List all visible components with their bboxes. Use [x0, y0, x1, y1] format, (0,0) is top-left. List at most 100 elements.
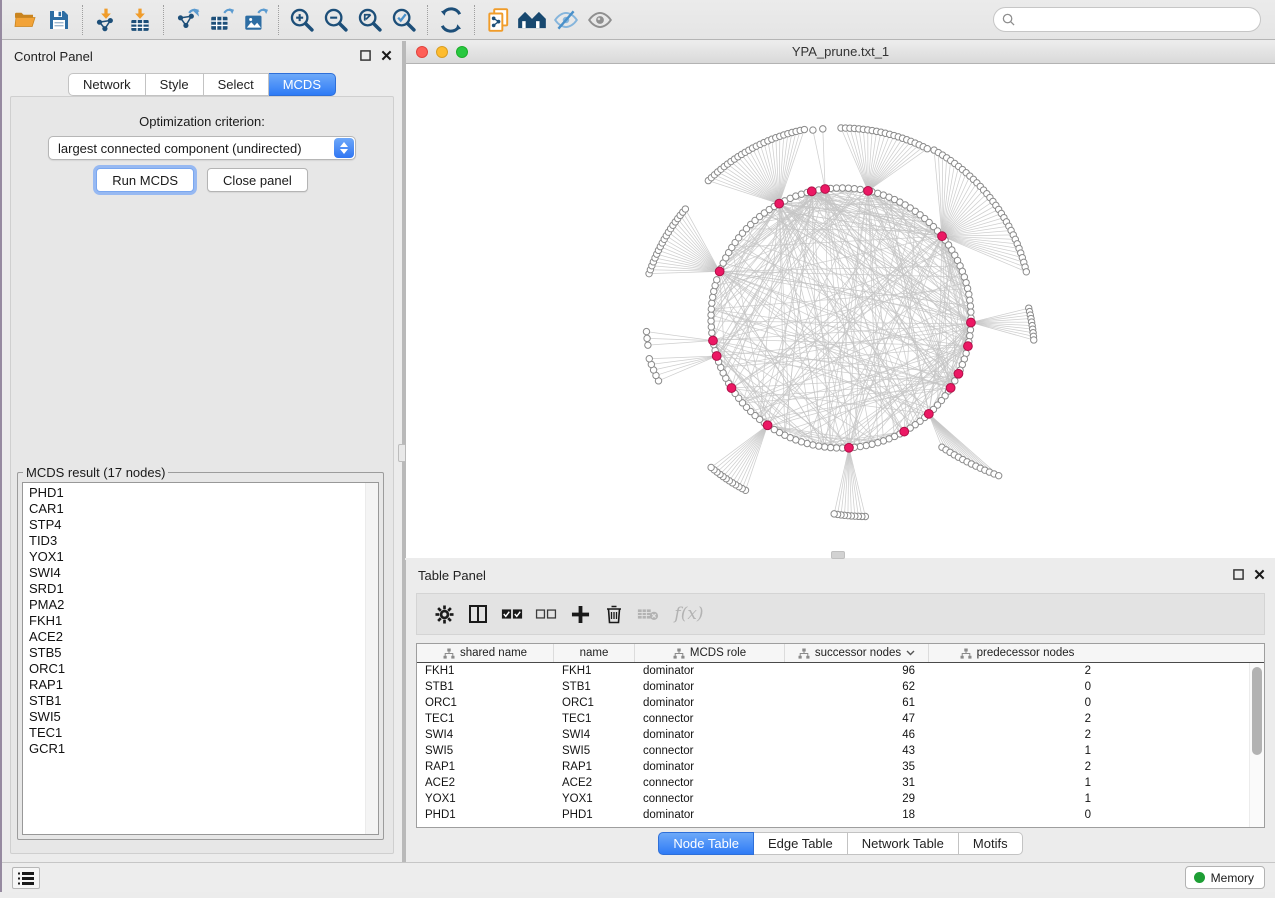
add-row-button[interactable]	[565, 599, 595, 629]
close-window-icon[interactable]	[416, 46, 428, 58]
close-panel-button[interactable]: Close panel	[207, 168, 308, 192]
import-network-icon	[93, 7, 119, 33]
function-builder-button[interactable]: f(x)	[667, 599, 711, 629]
horizontal-splitter-grip[interactable]	[831, 551, 845, 559]
network-window-title: YPA_prune.txt_1	[406, 41, 1275, 63]
mcds-result-item[interactable]: ORC1	[29, 661, 378, 677]
tab-style[interactable]: Style	[146, 73, 204, 96]
network-window-titlebar[interactable]: YPA_prune.txt_1	[406, 41, 1275, 64]
zoom-out-button[interactable]	[319, 4, 353, 36]
table-row[interactable]: ACE2ACE2connector311	[417, 775, 1249, 791]
table-row[interactable]: PHD1PHD1dominator180	[417, 807, 1249, 823]
first-neighbors-button[interactable]	[515, 4, 549, 36]
zoom-selected-button[interactable]	[387, 4, 421, 36]
float-panel-icon[interactable]	[360, 50, 371, 61]
cell-name: SWI5	[554, 743, 635, 759]
trash-icon	[605, 604, 623, 624]
close-panel-icon[interactable]	[1254, 569, 1265, 580]
mcds-result-item[interactable]: SWI4	[29, 565, 378, 581]
table-row[interactable]: ORC1ORC1dominator610	[417, 695, 1249, 711]
select-all-button[interactable]	[497, 599, 527, 629]
network-canvas[interactable]	[406, 64, 1275, 558]
zoom-fit-button[interactable]	[353, 4, 387, 36]
maximize-window-icon[interactable]	[456, 46, 468, 58]
import-network-button[interactable]	[89, 4, 123, 36]
mcds-result-item[interactable]: STB5	[29, 645, 378, 661]
criterion-dropdown[interactable]: largest connected component (undirected)	[48, 136, 356, 160]
table-row[interactable]: STB1STB1dominator620	[417, 679, 1249, 695]
delete-table-button[interactable]	[633, 599, 663, 629]
mcds-result-item[interactable]: STB1	[29, 693, 378, 709]
mcds-result-item[interactable]: TID3	[29, 533, 378, 549]
cell-name: SWI4	[554, 727, 635, 743]
export-image-button[interactable]	[238, 4, 272, 36]
mcds-result-item[interactable]: CAR1	[29, 501, 378, 517]
show-columns-button[interactable]	[463, 599, 493, 629]
cell-successor-nodes: 61	[785, 695, 929, 711]
run-mcds-button[interactable]: Run MCDS	[96, 168, 194, 192]
mcds-result-item[interactable]: ACE2	[29, 629, 378, 645]
mcds-result-item[interactable]: SRD1	[29, 581, 378, 597]
mcds-result-item[interactable]: TEC1	[29, 725, 378, 741]
deselect-all-button[interactable]	[531, 599, 561, 629]
table-row[interactable]: SWI4SWI4dominator462	[417, 727, 1249, 743]
cell-MCDS-role: dominator	[635, 727, 785, 743]
mcds-result-item[interactable]: PMA2	[29, 597, 378, 613]
mcds-result-item[interactable]: FKH1	[29, 613, 378, 629]
open-file-button[interactable]	[8, 4, 42, 36]
main-toolbar	[0, 0, 1275, 40]
column-header-name[interactable]: name	[554, 644, 635, 662]
mcds-result-item[interactable]: PHD1	[29, 485, 378, 501]
network-from-file-button[interactable]	[481, 4, 515, 36]
table-row[interactable]: FKH1FKH1dominator962	[417, 663, 1249, 679]
table-tab-node-table[interactable]: Node Table	[658, 832, 754, 855]
export-table-icon	[208, 7, 234, 33]
table-row[interactable]: SWI5SWI5connector431	[417, 743, 1249, 759]
column-header-successor-nodes[interactable]: successor nodes	[785, 644, 929, 662]
hide-selected-button[interactable]	[549, 4, 583, 36]
table-tab-edge-table[interactable]: Edge Table	[754, 832, 848, 855]
delete-row-button[interactable]	[599, 599, 629, 629]
float-panel-icon[interactable]	[1233, 569, 1244, 580]
tab-mcds[interactable]: MCDS	[269, 73, 336, 96]
table-tab-motifs[interactable]: Motifs	[959, 832, 1023, 855]
table-row[interactable]: YOX1YOX1connector291	[417, 791, 1249, 807]
cytoscape-window: Control Panel NetworkStyleSelectMCDS Opt…	[0, 0, 1275, 898]
tab-network[interactable]: Network	[68, 73, 146, 96]
save-session-button[interactable]	[42, 4, 76, 36]
cell-successor-nodes: 47	[785, 711, 929, 727]
cell-shared-name: SWI5	[417, 743, 554, 759]
close-panel-icon[interactable]	[381, 50, 392, 61]
zoom-in-button[interactable]	[285, 4, 319, 36]
mcds-result-item[interactable]: GCR1	[29, 741, 378, 757]
table-row[interactable]: RAP1RAP1dominator352	[417, 759, 1249, 775]
tab-select[interactable]: Select	[204, 73, 269, 96]
memory-button[interactable]: Memory	[1185, 866, 1265, 889]
mcds-result-item[interactable]: STP4	[29, 517, 378, 533]
import-table-button[interactable]	[123, 4, 157, 36]
task-history-button[interactable]	[12, 867, 40, 889]
column-header-shared-name[interactable]: shared name	[417, 644, 554, 662]
search-input[interactable]	[993, 7, 1261, 32]
memory-status-icon	[1194, 872, 1205, 883]
mcds-result-item[interactable]: SWI5	[29, 709, 378, 725]
column-header-predecessor-nodes[interactable]: predecessor nodes	[929, 644, 1105, 662]
table-tab-network-table[interactable]: Network Table	[848, 832, 959, 855]
mcds-result-item[interactable]: YOX1	[29, 549, 378, 565]
eye-slash-icon	[552, 7, 580, 33]
network-view-window: YPA_prune.txt_1	[405, 41, 1275, 558]
export-image-icon	[242, 7, 268, 33]
mcds-result-item[interactable]: RAP1	[29, 677, 378, 693]
table-row[interactable]: TEC1TEC1connector472	[417, 711, 1249, 727]
refresh-view-button[interactable]	[434, 4, 468, 36]
export-network-button[interactable]	[170, 4, 204, 36]
list-scrollbar[interactable]	[365, 483, 378, 834]
show-all-button[interactable]	[583, 4, 617, 36]
table-scrollbar[interactable]	[1249, 663, 1264, 827]
export-table-button[interactable]	[204, 4, 238, 36]
table-settings-button[interactable]	[429, 599, 459, 629]
cell-successor-nodes: 62	[785, 679, 929, 695]
minimize-window-icon[interactable]	[436, 46, 448, 58]
column-header-MCDS-role[interactable]: MCDS role	[635, 644, 785, 662]
scrollbar-thumb[interactable]	[1252, 667, 1262, 755]
